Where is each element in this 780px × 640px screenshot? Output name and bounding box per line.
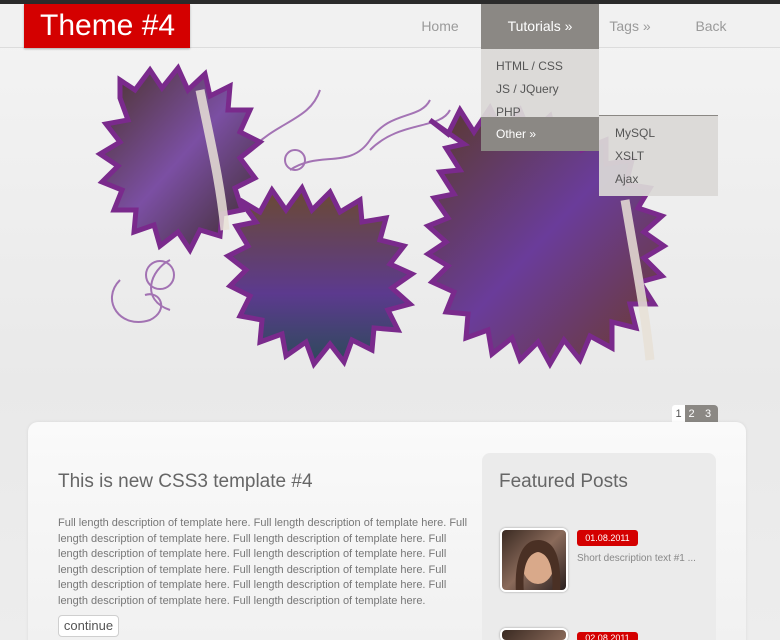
menu-item-js-jquery[interactable]: JS / JQuery [496,82,559,96]
menu-item-ajax[interactable]: Ajax [615,172,638,186]
nav-back[interactable]: Back [680,4,742,48]
menu-item-html-css[interactable]: HTML / CSS [496,59,563,73]
pager-page-3[interactable]: 3 [698,405,718,423]
post-description: Full length description of template here… [58,517,468,607]
date-badge-1: 01.08.2011 [577,530,638,546]
pager-page-1[interactable]: 1 [672,405,685,423]
photo-frame-1 [95,63,265,255]
post-title[interactable]: This is new CSS3 template #4 [58,471,313,493]
banner-slideshow [95,63,669,370]
menu-item-mysql[interactable]: MySQL [615,126,655,140]
portrait-image [515,540,561,590]
menu-item-other[interactable]: Other » [496,127,536,141]
continue-button[interactable]: continue [58,615,119,637]
menu-item-xslt[interactable]: XSLT [615,149,644,163]
site-logo[interactable]: Theme #4 [24,4,190,48]
pager-page-2[interactable]: 2 [685,405,698,423]
featured-title: Featured Posts [499,471,628,492]
nav-home[interactable]: Home [404,4,476,48]
menu-item-php[interactable]: PHP [496,105,521,119]
nav-tags[interactable]: Tags » [599,4,661,48]
featured-thumb-2[interactable] [500,628,568,640]
date-badge-2: 02.08.2011 [577,632,638,640]
nav-tutorials[interactable]: Tutorials » [481,4,599,48]
other-submenu: MySQL XSLT Ajax [599,115,718,196]
featured-thumb-1[interactable] [500,528,568,592]
photo-frame-2 [223,183,418,370]
tutorials-dropdown: HTML / CSS JS / JQuery PHP Other » [481,48,599,151]
featured-desc-1[interactable]: Short description text #1 ... [577,553,696,564]
